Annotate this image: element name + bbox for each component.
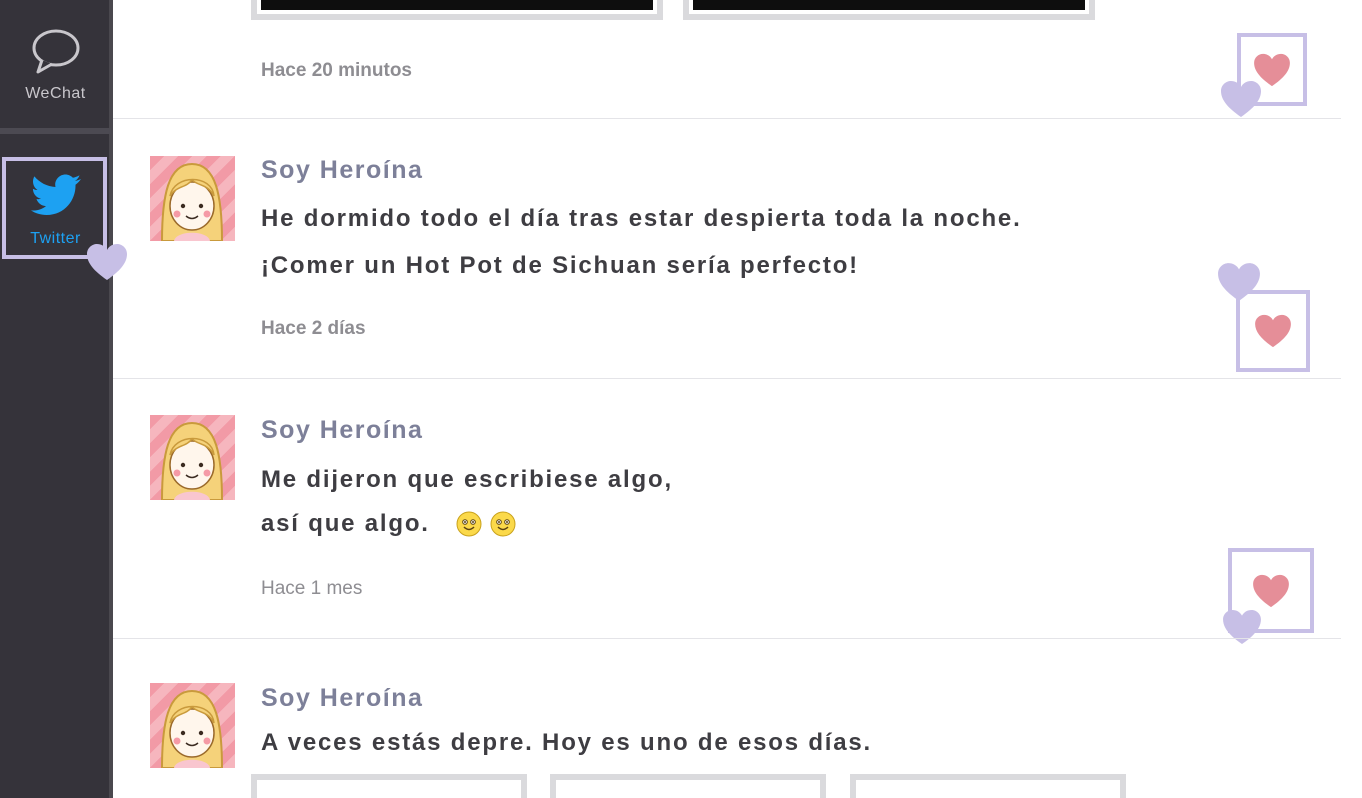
sidebar <box>0 0 111 798</box>
smile-emoji-icon <box>456 511 482 537</box>
post-item: Soy Heroína He dormido todo el día tras … <box>113 119 1341 378</box>
post-text-line: A veces estás depre. Hoy es uno de esos … <box>261 729 873 756</box>
post-author[interactable]: Soy Heroína <box>261 684 423 713</box>
post-item: Soy Heroína Me dijeron que escribiese al… <box>113 379 1341 645</box>
post-image-thumbnail[interactable] <box>251 774 527 798</box>
post-timestamp: Hace 1 mes <box>261 578 363 599</box>
post-timestamp: Hace 20 minutos <box>261 60 412 81</box>
avatar[interactable] <box>150 415 235 500</box>
post-author[interactable]: Soy Heroína <box>261 156 423 185</box>
post-image-thumbnail[interactable] <box>550 774 826 798</box>
post-image-thumbnail[interactable] <box>683 0 1095 20</box>
heart-decoration-icon <box>1221 81 1261 117</box>
chat-bubble-icon <box>30 28 82 79</box>
like-button[interactable] <box>1236 290 1310 372</box>
post-text-row: así que algo. <box>261 510 516 538</box>
sidebar-item-wechat[interactable]: WeChat <box>0 18 111 113</box>
heart-icon <box>1253 574 1289 607</box>
sidebar-item-label: WeChat <box>25 85 86 102</box>
heart-icon <box>1255 314 1291 348</box>
post-item: Soy Heroína A veces estás depre. Hoy es … <box>113 639 1341 798</box>
feed: Hace 20 minutos Soy Heroína He dormido t… <box>113 0 1341 798</box>
post-text-line: así que algo. <box>261 510 430 537</box>
post-image-thumbnail[interactable] <box>251 0 663 20</box>
post-item: Hace 20 minutos <box>113 0 1341 118</box>
post-text-line: ¡Comer un Hot Pot de Sichuan sería perfe… <box>261 252 859 279</box>
sidebar-separator <box>0 128 111 134</box>
avatar[interactable] <box>150 156 235 241</box>
post-text-line: Me dijeron que escribiese algo, <box>261 466 673 493</box>
post-author[interactable]: Soy Heroína <box>261 416 423 445</box>
post-text-line: He dormido todo el día tras estar despie… <box>261 205 1022 232</box>
post-timestamp: Hace 2 días <box>261 318 366 339</box>
post-image-thumbnail[interactable] <box>850 774 1126 798</box>
smile-emoji-icon <box>490 511 516 537</box>
avatar[interactable] <box>150 683 235 768</box>
